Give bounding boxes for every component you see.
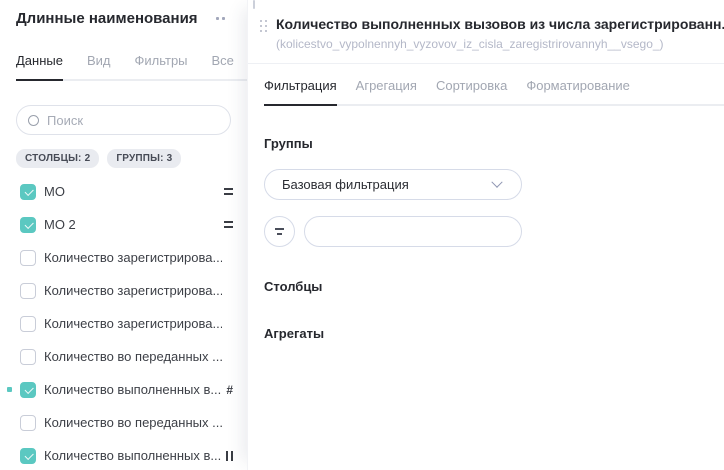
count-badge-1: ГРУППЫ: 3 [107, 149, 181, 168]
sidebar-tab-0[interactable]: Данные [16, 53, 63, 79]
field-label: МО 2 [44, 217, 76, 232]
field-label: Количество зарегистрирова... [44, 283, 222, 298]
settings-tabs: Фильтрация Агрегация Сортировка Форматирова… [264, 78, 724, 106]
search-field [16, 105, 231, 135]
field-row[interactable]: Количество во переданных ... [0, 340, 247, 373]
field-label: Количество зарегистрирова... [44, 250, 222, 265]
field-checkbox[interactable] [20, 316, 36, 332]
field-row[interactable]: Количество зарегистрирова... [0, 241, 247, 274]
field-checkbox[interactable] [20, 217, 36, 233]
sidebar-tabs: Данные Вид Фильтры Все [16, 53, 247, 81]
field-label: МО [44, 184, 65, 199]
field-label: Количество выполненных в... [44, 382, 221, 397]
field-checkbox[interactable] [20, 415, 36, 431]
field-title: Количество выполненных вызовов из числа … [276, 16, 724, 32]
field-row[interactable]: Количество выполненных в... [0, 439, 247, 470]
field-list: МО МО 2 Количество зарегистрирова... Кол… [0, 175, 247, 470]
field-checkbox[interactable] [20, 448, 36, 464]
equals-icon [224, 188, 233, 195]
sidebar-tab-2[interactable]: Фильтры [135, 53, 188, 79]
fields-sidebar: Длинные наименования Данные Вид Фильтры Все… [0, 0, 247, 470]
filter-operator-button[interactable] [264, 216, 295, 247]
count-badges: СТОЛБЦЫ: 2 ГРУППЫ: 3 [16, 149, 247, 168]
field-label: Количество во переданных ... [44, 415, 222, 430]
dataset-editor: Длинные наименования Данные Вид Фильтры Все… [0, 0, 724, 470]
count-badge-0: СТОЛБЦЫ: 2 [16, 149, 99, 168]
sidebar-tab-1[interactable]: Вид [87, 53, 111, 79]
section-columns[interactable]: Столбцы [264, 279, 724, 294]
field-row[interactable]: Количество выполненных в... # [0, 373, 247, 406]
sidebar-tab-3[interactable]: Все [212, 53, 234, 79]
scrollbar-thumb[interactable] [253, 0, 255, 9]
field-settings-panel: Количество выполненных вызовов из числа … [247, 0, 724, 470]
settings-tab-0[interactable]: Фильтрация [264, 78, 337, 104]
field-row[interactable]: Количество зарегистрирова... [0, 274, 247, 307]
search-input[interactable] [47, 113, 220, 128]
field-checkbox[interactable] [20, 250, 36, 266]
settings-tab-3[interactable]: Форматирование [526, 78, 630, 104]
field-row[interactable]: МО 2 [0, 208, 247, 241]
filter-type-select[interactable]: Базовая фильтрация [264, 169, 522, 200]
drag-handle-icon[interactable] [260, 20, 267, 32]
more-options-icon[interactable] [216, 13, 225, 24]
field-checkbox[interactable] [20, 382, 36, 398]
operator-icon [275, 228, 284, 235]
field-row[interactable]: Количество зарегистрирова... [0, 307, 247, 340]
field-label: Количество зарегистрирова... [44, 316, 222, 331]
field-checkbox[interactable] [20, 184, 36, 200]
search-icon [28, 115, 39, 126]
section-aggregates[interactable]: Агрегаты [264, 326, 724, 341]
dataset-title: Длинные наименования [16, 10, 198, 27]
equals-icon [224, 221, 233, 228]
settings-tab-2[interactable]: Сортировка [436, 78, 507, 104]
bars-icon [226, 451, 233, 461]
chevron-down-icon [491, 176, 502, 187]
field-row[interactable]: МО [0, 175, 247, 208]
settings-tab-1[interactable]: Агрегация [356, 78, 417, 104]
header-divider [248, 63, 724, 64]
field-label: Количество выполненных в... [44, 448, 221, 463]
selected-bullet-icon [7, 387, 12, 392]
field-checkbox[interactable] [20, 349, 36, 365]
settings-header: Количество выполненных вызовов из числа … [248, 0, 724, 51]
field-label: Количество во переданных ... [44, 349, 222, 364]
hash-icon: # [226, 384, 233, 396]
filter-value-input[interactable] [304, 216, 522, 247]
field-system-name: (kolicestvo_vypolnennyh_vyzovov_iz_cisla… [276, 37, 724, 51]
field-row[interactable]: Количество во переданных ... [0, 406, 247, 439]
section-groups[interactable]: Группы [264, 136, 724, 151]
field-checkbox[interactable] [20, 283, 36, 299]
sidebar-header: Длинные наименования [0, 0, 247, 27]
